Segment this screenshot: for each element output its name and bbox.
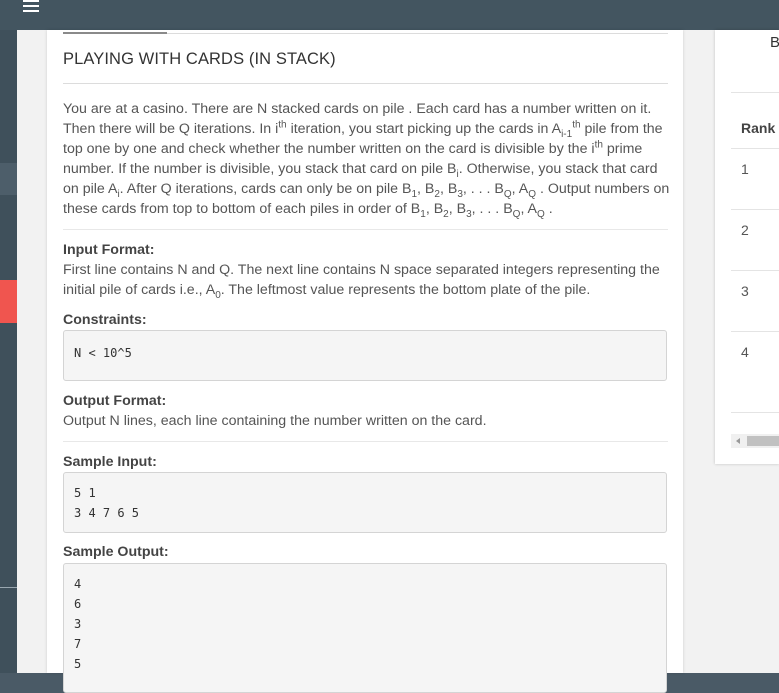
title-divider xyxy=(63,83,668,84)
sidebar-item-highlight[interactable] xyxy=(0,163,17,195)
rank-cell: 4 xyxy=(741,344,749,360)
leaderboard-row-divider xyxy=(731,331,779,332)
sidebar-item-active[interactable] xyxy=(0,280,17,323)
top-navbar xyxy=(0,0,779,30)
sidebar xyxy=(0,30,17,673)
leaderboard-divider xyxy=(731,92,779,93)
output-format-text: Output N lines, each line containing the… xyxy=(63,413,487,429)
active-tab-indicator xyxy=(63,32,167,34)
output-format-label: Output Format: xyxy=(63,393,167,409)
constraints-code: N < 10^5 xyxy=(63,330,667,381)
rank-cell: 3 xyxy=(741,283,749,299)
horizontal-scrollbar[interactable] xyxy=(731,434,779,448)
sample-input-code: 5 13 4 7 6 5 xyxy=(63,472,667,533)
section-divider xyxy=(63,229,668,230)
sample-input-label: Sample Input: xyxy=(63,454,157,470)
section-divider xyxy=(63,441,668,442)
menu-icon[interactable] xyxy=(23,0,39,13)
input-format-label: Input Format: xyxy=(63,242,155,258)
sample-output-label: Sample Output: xyxy=(63,544,169,560)
leaderboard-divider xyxy=(731,148,779,149)
problem-title: PLAYING WITH CARDS (IN STACK) xyxy=(63,50,336,68)
leaderboard-panel: B Rank 1 2 3 4 xyxy=(715,30,779,464)
leaderboard-row-divider xyxy=(731,209,779,210)
rank-cell: 2 xyxy=(741,222,749,238)
input-format-text: First line contains N and Q. The next li… xyxy=(63,262,660,301)
problem-card: PLAYING WITH CARDS (IN STACK) You are at… xyxy=(47,30,683,693)
scroll-left-icon[interactable] xyxy=(736,438,740,444)
leaderboard-row-divider xyxy=(731,270,779,271)
leaderboard-row-divider xyxy=(731,412,779,413)
scrollbar-thumb[interactable] xyxy=(747,436,779,446)
sidebar-divider xyxy=(0,587,17,588)
problem-description: You are at a casino. There are N stacked… xyxy=(63,101,670,220)
rank-column-header: Rank xyxy=(741,120,776,136)
constraints-label: Constraints: xyxy=(63,312,147,328)
leaderboard-header-partial: B xyxy=(770,34,779,51)
sample-output-code: 46375 xyxy=(63,563,667,693)
rank-cell: 1 xyxy=(741,161,749,177)
